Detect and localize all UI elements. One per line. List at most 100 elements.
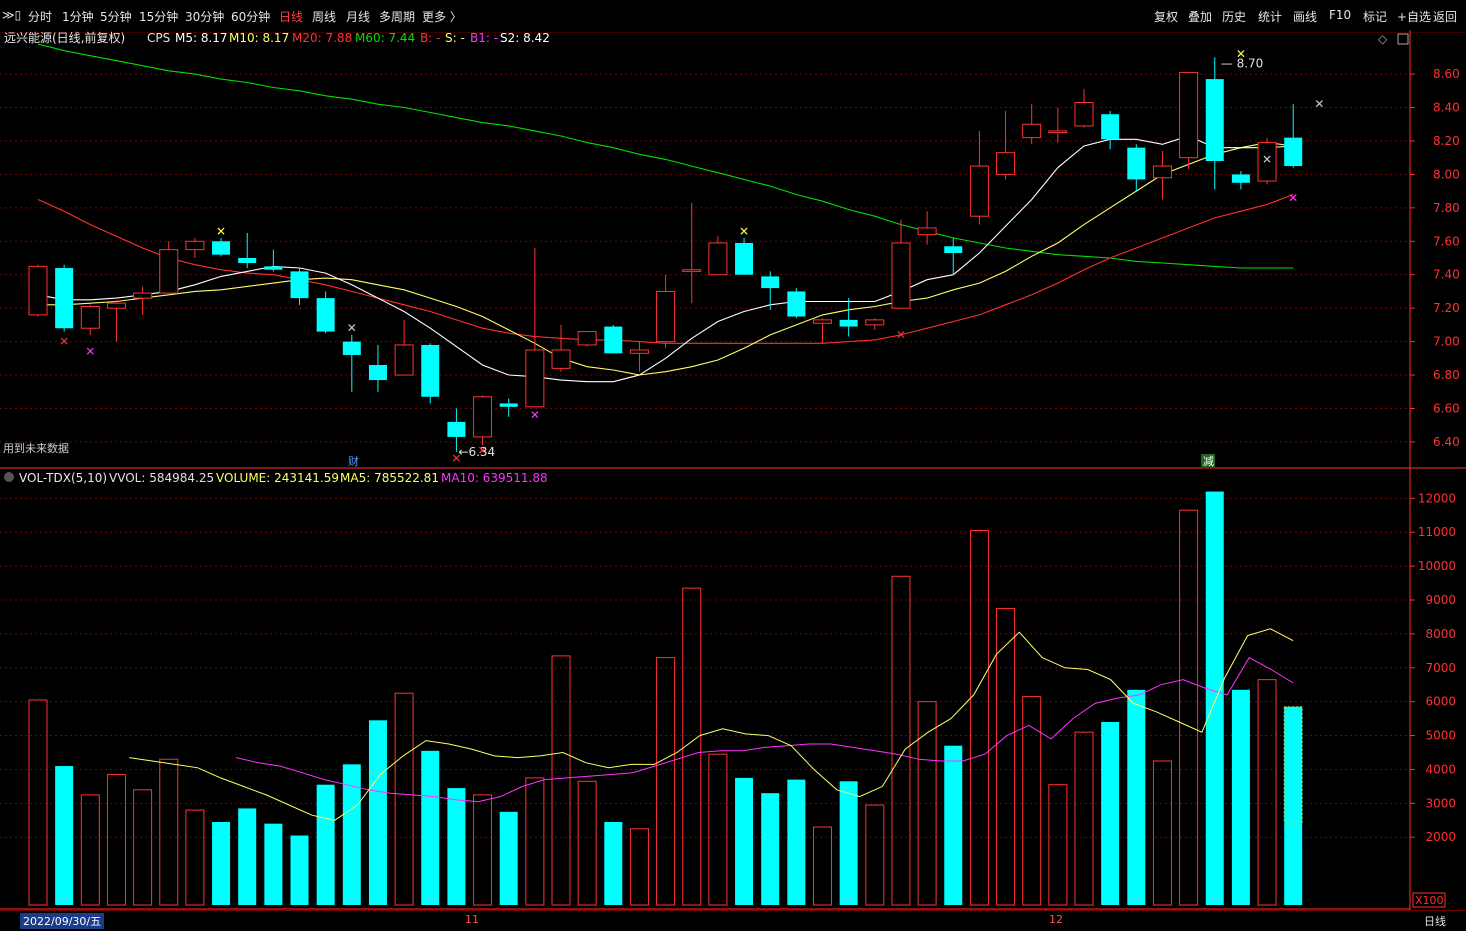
signal-marker: ✕: [59, 335, 69, 349]
volume-tick-label: 3000: [1425, 796, 1456, 810]
volume-bar: [185, 809, 205, 906]
stock-title: 远兴能源(日线,前复权): [4, 30, 125, 45]
period-tab-1[interactable]: 1分钟: [62, 8, 94, 25]
candle: [1284, 104, 1303, 168]
volume-bar: [1179, 509, 1199, 906]
price-tick-label: 8.20: [1433, 134, 1460, 148]
volume-bar: [1127, 689, 1146, 905]
toolbar-button-7[interactable]: +自选: [1397, 8, 1431, 25]
volume-bar: [969, 530, 989, 906]
candle-body: [996, 152, 1016, 175]
volume-tick-label: 8000: [1425, 627, 1456, 641]
volume-bar: [290, 835, 309, 905]
candle: [1127, 144, 1146, 192]
candle: [1179, 71, 1199, 170]
price-legend-item: M5: 8.17: [175, 31, 228, 45]
candle-body: [447, 421, 466, 437]
candle-body: [944, 246, 963, 253]
candle-body: [891, 242, 911, 309]
toolbar-button-4[interactable]: 画线: [1293, 8, 1317, 25]
candle: [499, 398, 518, 417]
period-tab-9[interactable]: 多周期: [379, 8, 415, 25]
period-indicator[interactable]: 日线: [1424, 913, 1446, 929]
price-legend-item: B: -: [420, 31, 440, 45]
candle-body: [133, 292, 153, 299]
volume-bar: [80, 794, 100, 906]
toolbar-button-2[interactable]: 历史: [1222, 8, 1246, 25]
low-price-label: ←6.34: [458, 445, 495, 459]
volume-tick-label: 7000: [1425, 661, 1456, 675]
collapse-icon[interactable]: ≫▯: [2, 8, 21, 22]
date-cursor-label: 2022/09/30/五: [20, 913, 105, 929]
volume-bar: [577, 780, 597, 906]
volume-bar: [1257, 679, 1277, 906]
toolbar-button-1[interactable]: 叠加: [1188, 8, 1212, 25]
price-tick-label: 8.40: [1433, 101, 1460, 115]
period-tab-8[interactable]: 月线: [346, 8, 370, 25]
volume-bar: [525, 777, 545, 906]
period-tab-6[interactable]: 日线: [279, 8, 303, 25]
candle: [629, 341, 649, 372]
candle: [839, 298, 858, 337]
volume-tick-label: 2000: [1425, 830, 1456, 844]
period-tab-5[interactable]: 60分钟: [231, 8, 270, 25]
volume-bar: [1101, 722, 1120, 905]
period-tab-7[interactable]: 周线: [312, 8, 336, 25]
candle-body: [865, 319, 885, 326]
period-tab-4[interactable]: 30分钟: [185, 8, 224, 25]
vol-legend-item: MA10: 639511.88: [441, 471, 548, 485]
volume-bar: [264, 823, 283, 905]
volume-tick-label: 11000: [1418, 525, 1456, 539]
candle-body: [969, 165, 989, 217]
toolbar-button-3[interactable]: 统计: [1258, 8, 1282, 25]
future-data-note: 用到未来数据: [3, 441, 69, 455]
signal-marker: ✕: [896, 328, 906, 342]
volume-bar: [473, 794, 493, 906]
candle-body: [1127, 147, 1146, 180]
candle-body: [28, 265, 48, 316]
period-tab-2[interactable]: 5分钟: [100, 8, 132, 25]
candle-body: [212, 241, 231, 255]
candle-body: [525, 349, 545, 408]
period-tab-0[interactable]: 分时: [28, 8, 52, 25]
volume-bar: [761, 793, 780, 905]
candle-body: [421, 344, 440, 397]
volume-bar: [1074, 731, 1094, 906]
period-tab-10[interactable]: 更多 〉: [422, 8, 462, 25]
toolbar-button-8[interactable]: 返回: [1433, 8, 1457, 25]
candle: [106, 299, 126, 342]
candle: [891, 219, 911, 309]
candle-body: [1022, 123, 1042, 139]
signal-marker: ✕: [1288, 191, 1298, 205]
toolbar-button-5[interactable]: F10: [1329, 8, 1351, 22]
candle: [1231, 171, 1250, 190]
candle: [525, 247, 545, 408]
price-tick-label: 6.60: [1433, 401, 1460, 415]
volume-bar: [891, 575, 911, 906]
candle: [1048, 107, 1068, 143]
period-tab-3[interactable]: 15分钟: [139, 8, 178, 25]
volume-tick-label: 9000: [1425, 593, 1456, 607]
candle-body: [682, 269, 702, 272]
candle-body: [106, 302, 126, 309]
volume-bar: [839, 781, 858, 905]
candle: [159, 241, 179, 295]
candle: [813, 318, 832, 344]
candle: [133, 286, 153, 315]
month-label: 12: [1049, 913, 1063, 926]
volume-bar: [1022, 696, 1042, 906]
candle: [996, 110, 1016, 180]
volume-bar: [55, 766, 74, 905]
volume-bar: [316, 784, 335, 905]
candle-body: [55, 268, 74, 329]
ma60-line: [37, 43, 1294, 269]
candle-body: [473, 396, 493, 438]
candle: [473, 395, 493, 446]
price-tick-label: 6.80: [1433, 368, 1460, 382]
toolbar-button-0[interactable]: 复权: [1154, 8, 1178, 25]
candle-body: [1048, 130, 1068, 134]
panel-menu-icon: [4, 472, 14, 482]
toolbar-button-6[interactable]: 标记: [1363, 8, 1387, 25]
candle: [1205, 57, 1224, 190]
candle-body: [839, 319, 858, 327]
